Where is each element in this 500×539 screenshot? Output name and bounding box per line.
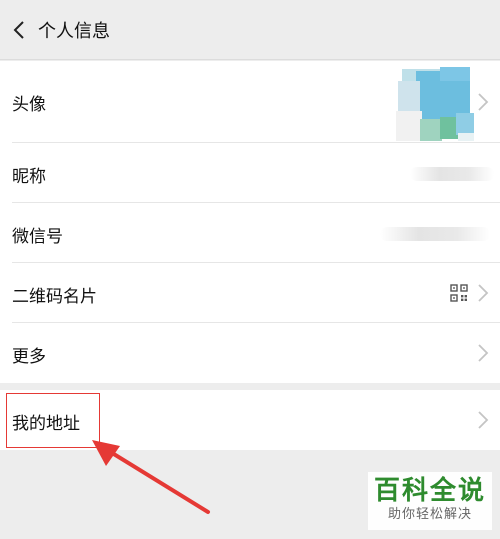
qr-code-icon [450, 284, 468, 302]
watermark-logo: 百科全说 助你轻松解决 [368, 472, 492, 530]
page-title: 个人信息 [38, 20, 110, 42]
watermark-title: 百科全说 [373, 476, 486, 506]
back-button[interactable] [2, 0, 36, 60]
row-label-qr-card: 二维码名片 [12, 287, 97, 307]
row-qr-card[interactable]: 二维码名片 [0, 263, 500, 323]
row-more[interactable]: 更多 [0, 323, 500, 383]
row-label-avatar: 头像 [12, 95, 46, 115]
chevron-right-icon [478, 411, 489, 429]
row-nickname[interactable]: 昵称 [0, 143, 500, 203]
profile-group: 头像 昵称 微信号 二维码名片 更多 [0, 61, 500, 383]
watermark-subtitle: 助你轻松解决 [387, 507, 472, 522]
row-wechat-id[interactable]: 微信号 [0, 203, 500, 263]
row-label-nickname: 昵称 [12, 167, 46, 187]
row-label-more: 更多 [12, 347, 46, 367]
avatar[interactable] [396, 67, 474, 141]
wechat-id-value-blurred [380, 227, 490, 241]
row-avatar[interactable]: 头像 [0, 61, 500, 143]
nav-bar: 个人信息 [0, 0, 500, 60]
chevron-right-icon [478, 344, 489, 362]
nickname-value-blurred [410, 167, 494, 181]
chevron-left-icon [13, 20, 24, 39]
highlight-box [6, 393, 100, 448]
chevron-right-icon [478, 93, 489, 111]
chevron-right-icon [478, 284, 489, 302]
row-label-wechat-id: 微信号 [12, 227, 63, 247]
